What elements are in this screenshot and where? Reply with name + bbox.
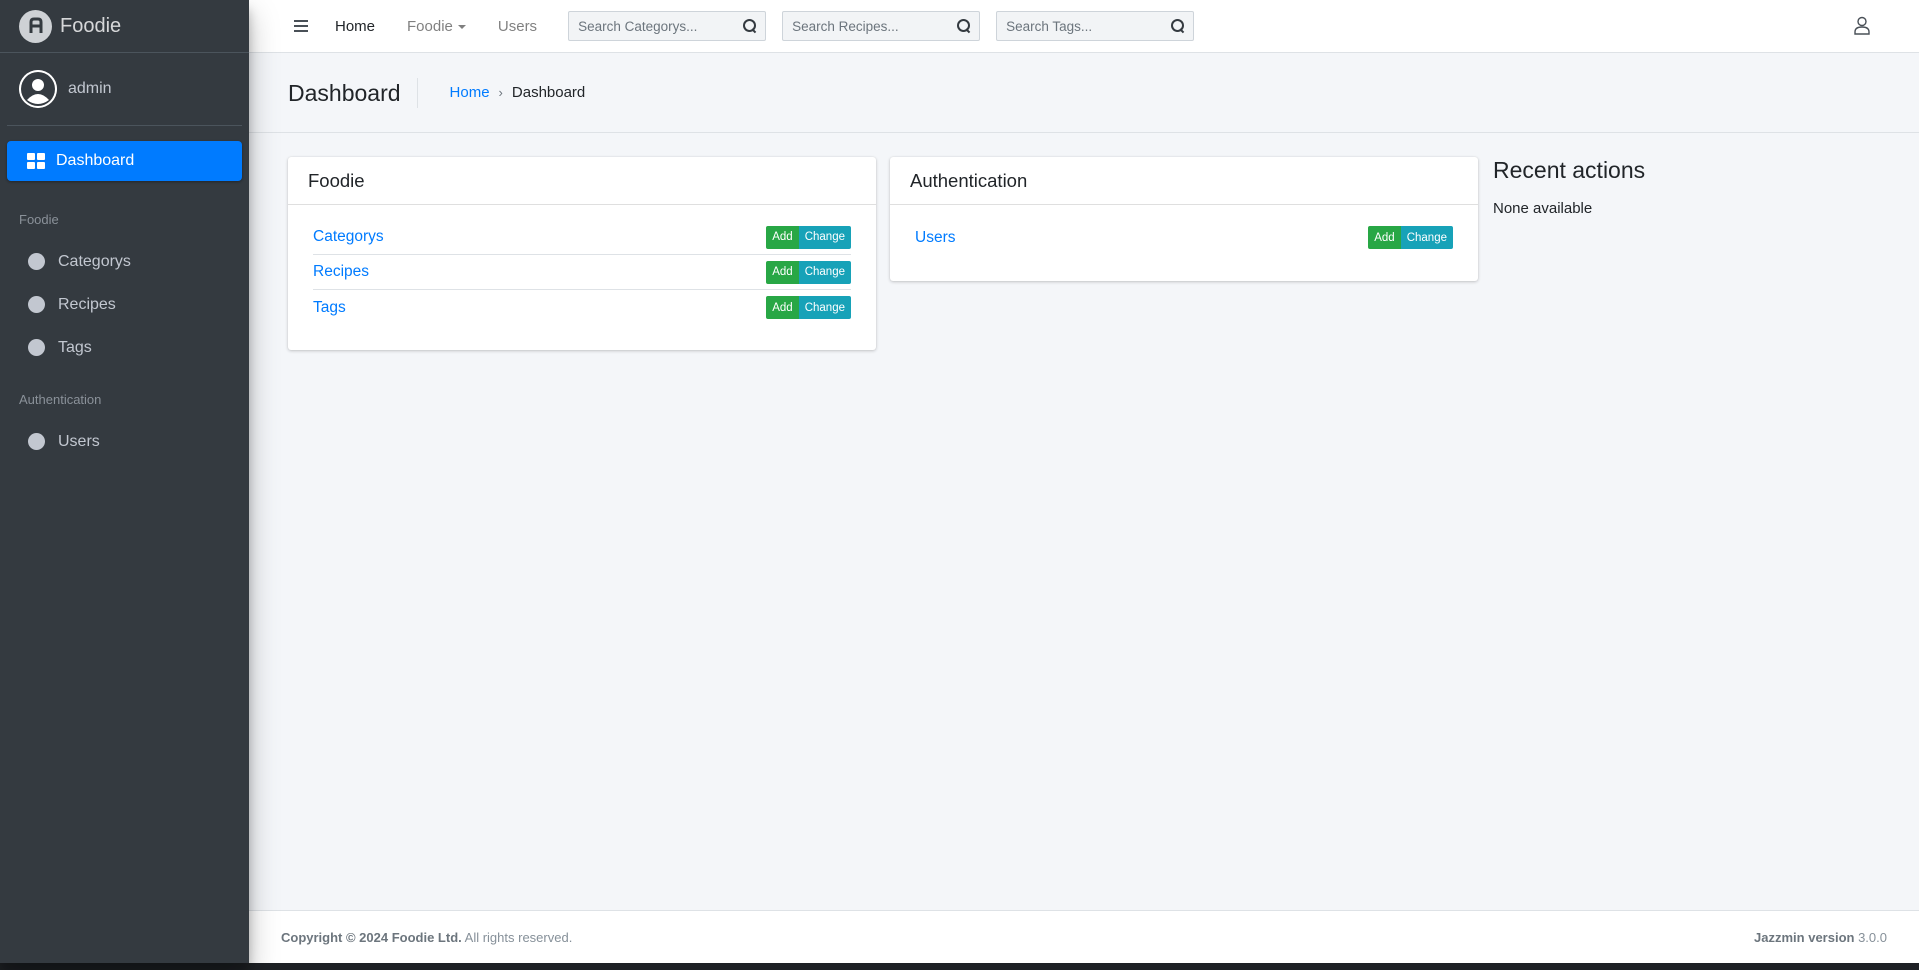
content-header: Dashboard Home › Dashboard — [249, 53, 1919, 133]
sidebar-header-authentication: Authentication — [19, 392, 102, 407]
model-row-categorys: Categorys Add Change — [313, 220, 851, 255]
avatar-icon — [19, 70, 57, 108]
sidebar-item-label: Tags — [58, 338, 92, 356]
bottom-bar — [0, 963, 1919, 970]
model-link-users[interactable]: Users — [915, 229, 955, 247]
breadcrumb-separator-icon: › — [498, 85, 503, 100]
nav-foodie-label: Foodie — [407, 17, 453, 35]
model-actions: Add Change — [766, 260, 851, 284]
recent-actions-title: Recent actions — [1493, 157, 1646, 183]
circle-icon — [28, 433, 45, 450]
version-label: Jazzmin version — [1754, 929, 1855, 945]
sidebar-item-users[interactable]: Users — [7, 420, 242, 463]
breadcrumb-home-link[interactable]: Home — [450, 84, 490, 101]
content-wrapper: Home Foodie Users Search Categorys... Se… — [249, 0, 1919, 963]
sidebar-item-label: Users — [58, 432, 100, 450]
sidebar-item-label: Dashboard — [56, 152, 135, 169]
copyright-rest: All rights reserved. — [461, 929, 573, 945]
card-title: Authentication — [890, 157, 1478, 205]
top-navbar: Home Foodie Users Search Categorys... Se… — [249, 0, 1919, 53]
page-title: Dashboard — [288, 77, 418, 108]
model-actions: Add Change — [1368, 226, 1453, 249]
circle-icon — [28, 339, 45, 356]
change-categorys-button[interactable]: Change — [798, 225, 851, 249]
sidebar: Foodie admin Dashboard Foodie Categorys … — [0, 0, 249, 963]
model-link-tags[interactable]: Tags — [313, 299, 346, 317]
nav-foodie-dropdown[interactable]: Foodie — [407, 18, 466, 35]
search-icon[interactable] — [957, 19, 971, 33]
model-list: Categorys Add Change Recipes Add Change … — [288, 205, 876, 340]
sidebar-item-categorys[interactable]: Categorys — [7, 240, 242, 283]
model-actions: Add Change — [766, 225, 851, 249]
breadcrumb-current: Dashboard — [511, 84, 586, 101]
change-users-button[interactable]: Change — [1400, 226, 1453, 249]
nav-users-link[interactable]: Users — [498, 18, 537, 35]
app-card-authentication: Authentication Users Add Change — [890, 157, 1478, 281]
circle-icon — [28, 296, 45, 313]
caret-down-icon — [457, 24, 466, 29]
search-placeholder: Search Tags... — [1006, 18, 1093, 34]
brand-name: Foodie — [60, 14, 122, 37]
model-link-categorys[interactable]: Categorys — [313, 228, 384, 246]
search-recipes-input[interactable]: Search Recipes... — [782, 11, 981, 41]
search-icon[interactable] — [1171, 19, 1185, 33]
user-panel[interactable]: admin — [7, 53, 242, 126]
search-categorys-input[interactable]: Search Categorys... — [568, 11, 767, 41]
sidebar-item-label: Categorys — [58, 252, 131, 270]
copyright-bold: Copyright © 2024 Foodie Ltd. — [281, 929, 462, 945]
sidebar-item-dashboard[interactable]: Dashboard — [7, 141, 242, 181]
dashboard-icon — [27, 153, 45, 169]
search-placeholder: Search Recipes... — [792, 18, 899, 34]
search-placeholder: Search Categorys... — [578, 18, 698, 34]
version-value: 3.0.0 — [1854, 929, 1887, 945]
change-recipes-button[interactable]: Change — [798, 260, 851, 284]
brand-logo-icon — [19, 9, 52, 43]
card-title: Foodie — [288, 157, 876, 205]
sidebar-item-tags[interactable]: Tags — [7, 326, 242, 369]
model-row-recipes: Recipes Add Change — [313, 255, 851, 290]
add-recipes-button[interactable]: Add — [766, 260, 799, 284]
add-users-button[interactable]: Add — [1368, 226, 1401, 249]
add-categorys-button[interactable]: Add — [766, 225, 799, 249]
change-tags-button[interactable]: Change — [798, 296, 851, 319]
search-icon[interactable] — [743, 19, 757, 33]
user-menu-icon[interactable] — [1854, 16, 1870, 35]
circle-icon — [28, 253, 45, 270]
sidebar-header-foodie: Foodie — [19, 212, 59, 227]
search-tags-input[interactable]: Search Tags... — [996, 11, 1195, 41]
footer: Copyright © 2024 Foodie Ltd. All rights … — [249, 910, 1919, 963]
model-link-recipes[interactable]: Recipes — [313, 263, 369, 281]
sidebar-item-recipes[interactable]: Recipes — [7, 283, 242, 326]
model-row-users: Users Add Change — [915, 220, 1453, 255]
add-tags-button[interactable]: Add — [766, 296, 799, 319]
app-card-foodie: Foodie Categorys Add Change Recipes Add … — [288, 157, 876, 350]
footer-copyright: Copyright © 2024 Foodie Ltd. All rights … — [281, 930, 572, 945]
recent-actions-empty: None available — [1493, 200, 1593, 217]
user-name: admin — [68, 80, 112, 97]
breadcrumb: Home › Dashboard — [450, 84, 586, 101]
model-actions: Add Change — [766, 296, 851, 319]
recent-actions: Recent actions None available — [1493, 157, 1645, 217]
model-row-tags: Tags Add Change — [313, 290, 851, 325]
sidebar-item-label: Recipes — [58, 295, 116, 313]
footer-version: Jazzmin version 3.0.0 — [1754, 930, 1887, 945]
sidebar-nav: Dashboard Foodie Categorys Recipes Tags … — [0, 126, 249, 463]
brand-link[interactable]: Foodie — [0, 0, 249, 53]
menu-toggle-icon[interactable] — [294, 20, 308, 32]
nav-home-link[interactable]: Home — [335, 18, 375, 35]
model-list: Users Add Change — [890, 205, 1478, 270]
